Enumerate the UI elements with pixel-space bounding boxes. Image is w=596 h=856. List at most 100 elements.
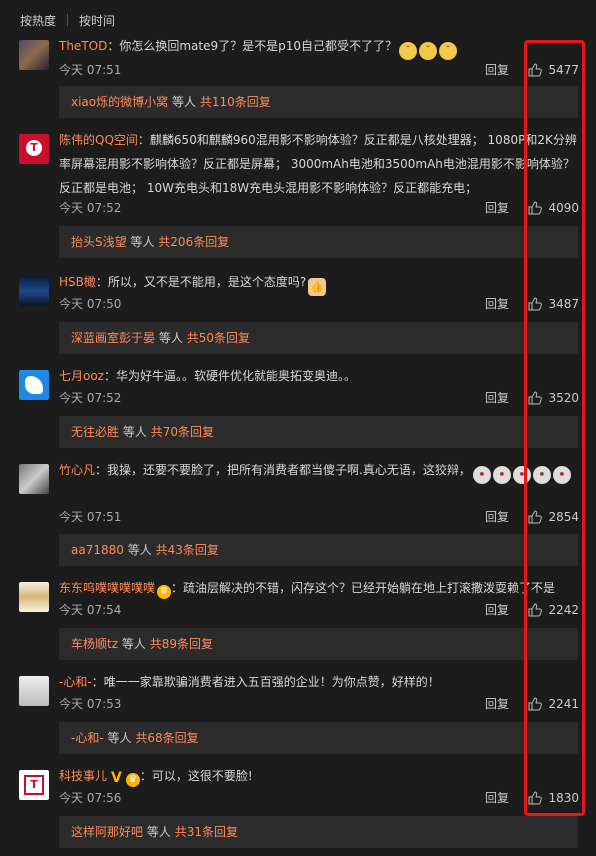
verified-v-icon: V	[111, 770, 122, 786]
reply-button[interactable]: 回复	[485, 198, 509, 218]
comment-body: 疏油层解决的不错，闪存这个？已经开始躺在地上打滚撒泼耍赖了不是	[183, 581, 556, 595]
angry-face-emoji-icon: •	[472, 466, 491, 484]
doge-emoji-icon: ˘	[439, 42, 458, 60]
others-label: 等人	[122, 425, 147, 439]
comment-username[interactable]: 七月ooz	[59, 369, 104, 383]
reply-count[interactable]: 共206条回复	[158, 235, 229, 249]
comment-time: 今天 07:52	[59, 201, 122, 215]
comment-meta: 今天 07:50 回复 3487	[59, 294, 579, 314]
avatar[interactable]	[19, 676, 49, 706]
comment-username[interactable]: -心和-	[59, 675, 92, 689]
reply-button[interactable]: 回复	[485, 507, 509, 527]
avatar[interactable]	[19, 370, 49, 400]
like-count: 3487	[548, 297, 579, 311]
vip-crown-icon: ♛	[125, 773, 140, 787]
reply-count[interactable]: 共110条回复	[200, 95, 271, 109]
reply-username[interactable]: xiao烁的微博小窝	[71, 95, 168, 109]
reply-summary[interactable]: 深蓝画室彭于晏 等人 共50条回复	[59, 322, 578, 354]
like-button[interactable]: 4090	[528, 198, 579, 218]
like-button[interactable]: 5477	[528, 60, 579, 80]
avatar[interactable]	[19, 276, 49, 306]
vip-crown-icon: ♛	[157, 585, 172, 599]
reply-username[interactable]: 车杨顺tz	[71, 637, 118, 651]
reply-summary[interactable]: xiao烁的微博小窝 等人 共110条回复	[59, 86, 578, 118]
like-count: 3520	[548, 391, 579, 405]
like-button[interactable]: 2241	[528, 694, 579, 714]
comment-username[interactable]: 科技事儿	[59, 769, 107, 783]
reply-summary[interactable]: aa71880 等人 共43条回复	[59, 534, 578, 566]
avatar[interactable]	[19, 40, 49, 70]
others-label: 等人	[130, 235, 155, 249]
sort-divider	[67, 14, 69, 26]
comment-time: 今天 07:54	[59, 603, 122, 617]
reply-username[interactable]: 无往必胜	[71, 425, 119, 439]
reply-count[interactable]: 共50条回复	[187, 331, 250, 345]
thumbs-up-icon	[528, 297, 543, 311]
thumbs-up-icon	[528, 201, 543, 215]
comment-meta: 今天 07:52 回复 4090	[59, 198, 579, 218]
reply-count[interactable]: 共31条回复	[175, 825, 238, 839]
reply-count[interactable]: 共68条回复	[135, 731, 198, 745]
thumbs-up-icon	[528, 697, 543, 711]
sort-by-time-tab[interactable]: 按时间	[79, 12, 115, 29]
reply-button[interactable]: 回复	[485, 788, 509, 808]
comment-username[interactable]: TheTOD	[59, 39, 107, 53]
comment-username[interactable]: 竹心凡	[59, 463, 95, 477]
reply-count[interactable]: 共43条回复	[156, 543, 219, 557]
comment-text: 竹心凡：我操，还要不要脸了，把所有消费者都当傻子啊.真心无语，这狡辩， • • • • •	[59, 458, 579, 484]
like-button[interactable]: 3520	[528, 388, 579, 408]
comment-time: 今天 07:51	[59, 63, 122, 77]
reply-username[interactable]: -心和-	[71, 731, 104, 745]
reply-summary[interactable]: 车杨顺tz 等人 共89条回复	[59, 628, 578, 660]
reply-button[interactable]: 回复	[485, 694, 509, 714]
reply-count[interactable]: 共89条回复	[150, 637, 213, 651]
like-button[interactable]: 1830	[528, 788, 579, 808]
comment-text: -心和-：唯一一家靠欺骗消费者进入五百强的企业！为你点赞，好样的！	[59, 675, 440, 689]
reply-count[interactable]: 共70条回复	[151, 425, 214, 439]
avatar[interactable]	[19, 582, 49, 612]
angry-face-emoji-icon: •	[492, 466, 511, 484]
like-count: 1830	[548, 791, 579, 805]
like-button[interactable]: 2854	[528, 507, 579, 527]
comment-text: 七月ooz：华为好牛逼。。软硬件优化就能奥拓变奥迪。。	[59, 369, 357, 383]
others-label: 等人	[146, 825, 171, 839]
sort-by-hot-tab[interactable]: 按热度	[20, 12, 56, 29]
like-button[interactable]: 3487	[528, 294, 579, 314]
reply-username[interactable]: 这样阿那好吧	[71, 825, 143, 839]
others-label: 等人	[127, 543, 152, 557]
thumbs-up-icon	[528, 791, 543, 805]
comment-body: 所以，又不是不能用，是这个态度吗?	[107, 275, 307, 289]
avatar[interactable]: T	[19, 770, 49, 800]
comment-time: 今天 07:56	[59, 791, 122, 805]
reply-summary[interactable]: -心和- 等人 共68条回复	[59, 722, 578, 754]
avatar[interactable]: T	[19, 134, 49, 164]
doge-emoji-icon: ˘	[399, 42, 418, 60]
reply-button[interactable]: 回复	[485, 294, 509, 314]
reply-username[interactable]: 抬头S浅望	[71, 235, 127, 249]
like-button[interactable]: 2242	[528, 600, 579, 620]
comment-username[interactable]: 陈伟的QQ空间	[59, 133, 138, 147]
comment-body: 唯一一家靠欺骗消费者进入五百强的企业！为你点赞，好样的！	[103, 675, 440, 689]
like-count: 2241	[548, 697, 579, 711]
sort-bar: 按热度 按时间	[20, 10, 115, 30]
reply-summary[interactable]: 抬头S浅望 等人 共206条回复	[59, 226, 578, 258]
thumbs-up-icon	[528, 510, 543, 524]
like-count: 5477	[548, 63, 579, 77]
avatar[interactable]	[19, 464, 49, 494]
comment-text: 东东呜噗噗噗噗噗 ♛ ：疏油层解决的不错，闪存这个？已经开始躺在地上打滚撒泼耍赖了不…	[59, 581, 556, 599]
reply-button[interactable]: 回复	[485, 60, 509, 80]
reply-username[interactable]: 深蓝画室彭于晏	[71, 331, 155, 345]
comment-body: 可以，这很不要脸!	[151, 769, 253, 783]
reply-summary[interactable]: 无往必胜 等人 共70条回复	[59, 416, 578, 448]
comment-username[interactable]: 东东呜噗噗噗噗噗	[59, 581, 155, 595]
reply-button[interactable]: 回复	[485, 388, 509, 408]
bird-icon	[25, 376, 43, 394]
reply-button[interactable]: 回复	[485, 600, 509, 620]
comment-time: 今天 07:51	[59, 510, 122, 524]
comment-body: 华为好牛逼。。软硬件优化就能奥拓变奥迪。。	[116, 369, 357, 383]
reply-username[interactable]: aa71880	[71, 543, 124, 557]
comment-username[interactable]: HSB橄	[59, 275, 96, 289]
comment-text: HSB橄：所以，又不是不能用，是这个态度吗? 👍	[59, 270, 579, 296]
like-count: 2854	[548, 510, 579, 524]
reply-summary[interactable]: 这样阿那好吧 等人 共31条回复	[59, 816, 578, 848]
